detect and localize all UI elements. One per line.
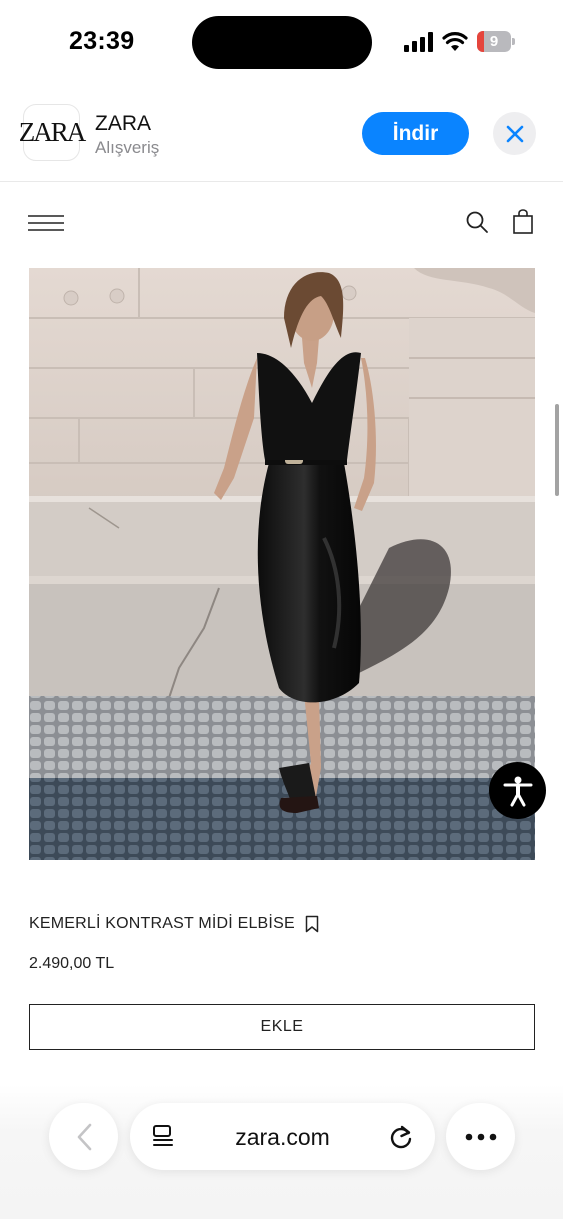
more-button[interactable] [446, 1103, 515, 1170]
back-button[interactable] [49, 1103, 118, 1170]
status-bar: 23:39 9 [0, 0, 563, 84]
scroll-indicator[interactable] [555, 404, 559, 496]
smart-app-banner: ZARA ZARA Alışveriş İndir [0, 92, 563, 182]
accessibility-button[interactable] [489, 762, 546, 819]
app-name: ZARA [95, 112, 152, 135]
battery-icon: 9 [477, 31, 515, 52]
shopping-bag-icon[interactable] [512, 209, 534, 240]
bookmark-icon[interactable] [305, 915, 319, 938]
product-photo[interactable] [29, 268, 535, 860]
menu-icon[interactable] [28, 214, 64, 232]
zara-logo: ZARA [18, 117, 86, 147]
app-category: Alışveriş [95, 138, 160, 157]
more-icon [465, 1133, 496, 1140]
zara-app-icon[interactable]: ZARA [19, 104, 86, 161]
status-time: 23:39 [69, 27, 135, 55]
wifi-icon [442, 30, 468, 57]
product-title: KEMERLİ KONTRAST MİDİ ELBİSE [29, 915, 295, 932]
reload-icon[interactable] [388, 1123, 414, 1156]
address-bar[interactable]: zara.com [130, 1103, 435, 1170]
install-button[interactable]: İndir [362, 112, 469, 155]
site-header [0, 195, 563, 250]
product-price: 2.490,00 TL [29, 955, 115, 972]
back-chevron-icon [77, 1123, 91, 1150]
battery-percentage: 9 [489, 33, 499, 50]
search-icon[interactable] [465, 210, 489, 239]
add-to-cart-button[interactable]: EKLE [29, 1004, 535, 1050]
dynamic-island [192, 16, 372, 69]
close-banner-button[interactable] [493, 112, 536, 155]
cellular-signal-icon [404, 32, 434, 57]
accessibility-icon [503, 776, 532, 806]
close-icon [506, 125, 523, 142]
